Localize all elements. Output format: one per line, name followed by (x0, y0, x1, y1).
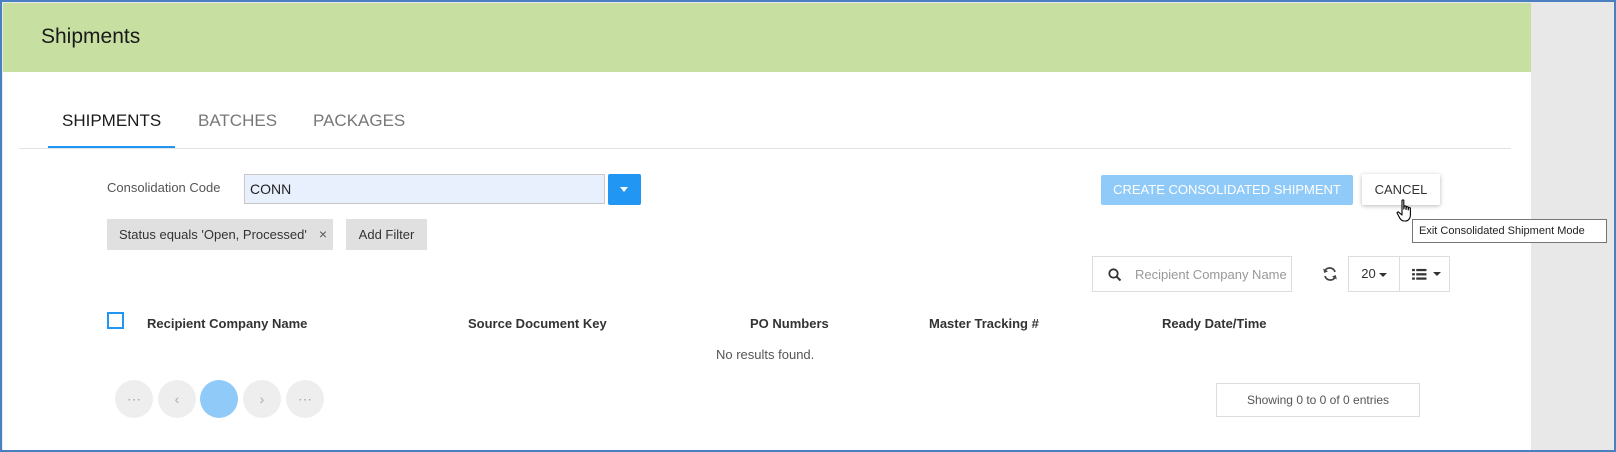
page-size-value: 20 (1361, 266, 1376, 281)
column-header-recipient[interactable]: Recipient Company Name (147, 316, 307, 331)
status-filter-chip[interactable]: Status equals 'Open, Processed' × (107, 219, 333, 250)
next-page-button[interactable]: › (243, 380, 281, 418)
select-all-checkbox[interactable] (107, 312, 124, 329)
caret-down-icon (1433, 272, 1441, 276)
close-icon[interactable]: × (319, 219, 327, 250)
column-header-source-document-key[interactable]: Source Document Key (468, 316, 607, 331)
page-header: Shipments (3, 3, 1531, 72)
column-header-master-tracking[interactable]: Master Tracking # (929, 316, 1039, 331)
last-page-button[interactable]: ⋯ (286, 380, 324, 418)
consolidation-code-input[interactable] (244, 174, 605, 204)
recipient-search-input[interactable] (1133, 258, 1289, 290)
tab-batches[interactable]: BATCHES (184, 111, 291, 148)
consolidation-dropdown-button[interactable] (608, 174, 641, 205)
app-window: Shipments SHIPMENTS BATCHES PACKAGES Con… (0, 0, 1616, 452)
tab-bar: SHIPMENTS BATCHES PACKAGES (19, 103, 1511, 149)
first-page-button[interactable]: ⋯ (115, 380, 153, 418)
entries-summary: Showing 0 to 0 of 0 entries (1216, 383, 1420, 417)
view-mode-button[interactable] (1399, 256, 1450, 292)
main-panel: Shipments SHIPMENTS BATCHES PACKAGES Con… (3, 3, 1607, 450)
refresh-icon[interactable] (1321, 265, 1339, 283)
cancel-tooltip: Exit Consolidated Shipment Mode (1412, 219, 1607, 243)
list-view-icon (1412, 268, 1427, 280)
column-header-ready-date[interactable]: Ready Date/Time (1162, 316, 1267, 331)
create-consolidated-shipment-button[interactable]: CREATE CONSOLIDATED SHIPMENT (1101, 175, 1353, 205)
previous-page-button[interactable]: ‹ (158, 380, 196, 418)
consolidation-code-label: Consolidation Code (107, 180, 221, 195)
caret-down-icon (620, 187, 628, 192)
page-size-select[interactable]: 20 (1348, 256, 1400, 292)
recipient-search-box (1092, 256, 1292, 292)
search-icon (1108, 268, 1122, 282)
caret-down-icon (1378, 272, 1387, 277)
empty-table-message: No results found. (716, 347, 815, 362)
status-filter-label: Status equals 'Open, Processed' (119, 227, 307, 242)
tab-packages[interactable]: PACKAGES (299, 111, 419, 148)
page-title: Shipments (41, 25, 141, 48)
page-1-button[interactable]: 1 (200, 380, 238, 418)
tab-shipments[interactable]: SHIPMENTS (48, 111, 176, 148)
add-filter-button[interactable]: Add Filter (346, 219, 427, 250)
column-header-po-numbers[interactable]: PO Numbers (750, 316, 829, 331)
